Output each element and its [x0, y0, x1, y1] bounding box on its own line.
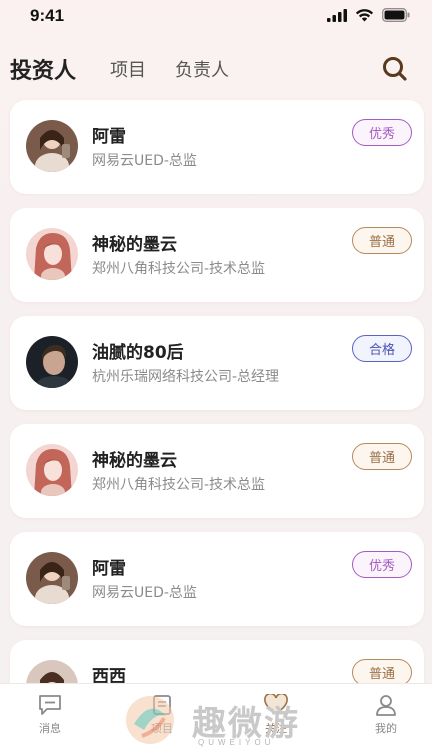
- watermark-logo-icon: [126, 696, 174, 744]
- investor-title: 网易云UED-总监: [92, 153, 197, 169]
- signal-icon: [327, 8, 347, 22]
- investor-name: 阿雷: [92, 127, 126, 147]
- avatar: [26, 120, 78, 172]
- investor-name: 阿雷: [92, 559, 126, 579]
- watermark: 趣微游 QUWEIYOU: [120, 690, 320, 750]
- level-badge: 优秀: [352, 119, 412, 146]
- investor-card[interactable]: 阿雷 网易云UED-总监 优秀: [10, 100, 424, 194]
- level-badge: 普通: [352, 443, 412, 470]
- tab-investors[interactable]: 投资人: [10, 53, 76, 85]
- investor-card[interactable]: 阿雷 网易云UED-总监 优秀: [10, 532, 424, 626]
- status-bar: 9:41: [0, 0, 432, 34]
- investor-list: 阿雷 网易云UED-总监 优秀 神秘的墨云 郑州八角科技公司-技术总监 普通 油…: [10, 100, 424, 748]
- avatar: [26, 444, 78, 496]
- search-button[interactable]: [380, 54, 410, 84]
- watermark-subtext: QUWEIYOU: [198, 738, 275, 747]
- investor-name: 神秘的墨云: [92, 235, 177, 255]
- status-icons: [327, 8, 410, 22]
- header: 投资人 项目 负责人: [0, 48, 432, 88]
- investor-name: 神秘的墨云: [92, 451, 177, 471]
- nav-label: 消息: [39, 722, 61, 735]
- level-badge: 优秀: [352, 551, 412, 578]
- investor-name: 油腻的80后: [92, 343, 184, 363]
- investor-title: 郑州八角科技公司-技术总监: [92, 261, 266, 277]
- search-icon: [383, 57, 407, 81]
- investor-title: 网易云UED-总监: [92, 585, 197, 601]
- investor-card[interactable]: 油腻的80后 杭州乐瑞网络科技公司-总经理 合格: [10, 316, 424, 410]
- investor-card[interactable]: 神秘的墨云 郑州八角科技公司-技术总监 普通: [10, 208, 424, 302]
- nav-item-messages[interactable]: 消息: [20, 694, 80, 736]
- investor-card[interactable]: 神秘的墨云 郑州八角科技公司-技术总监 普通: [10, 424, 424, 518]
- nav-label: 我的: [375, 722, 397, 735]
- tab-projects[interactable]: 项目: [110, 56, 146, 82]
- message-icon: [39, 695, 61, 715]
- avatar: [26, 336, 78, 388]
- wifi-icon: [355, 9, 374, 22]
- level-badge: 合格: [352, 335, 412, 362]
- avatar: [26, 552, 78, 604]
- battery-icon: [382, 8, 410, 22]
- level-badge: 普通: [352, 227, 412, 254]
- avatar: [26, 228, 78, 280]
- tab-owners[interactable]: 负责人: [175, 56, 229, 82]
- user-icon: [376, 695, 396, 716]
- level-badge: 普通: [352, 659, 412, 686]
- investor-title: 杭州乐瑞网络科技公司-总经理: [92, 369, 280, 385]
- investor-title: 郑州八角科技公司-技术总监: [92, 477, 266, 493]
- nav-item-profile[interactable]: 我的: [356, 694, 416, 736]
- status-time: 9:41: [30, 6, 65, 25]
